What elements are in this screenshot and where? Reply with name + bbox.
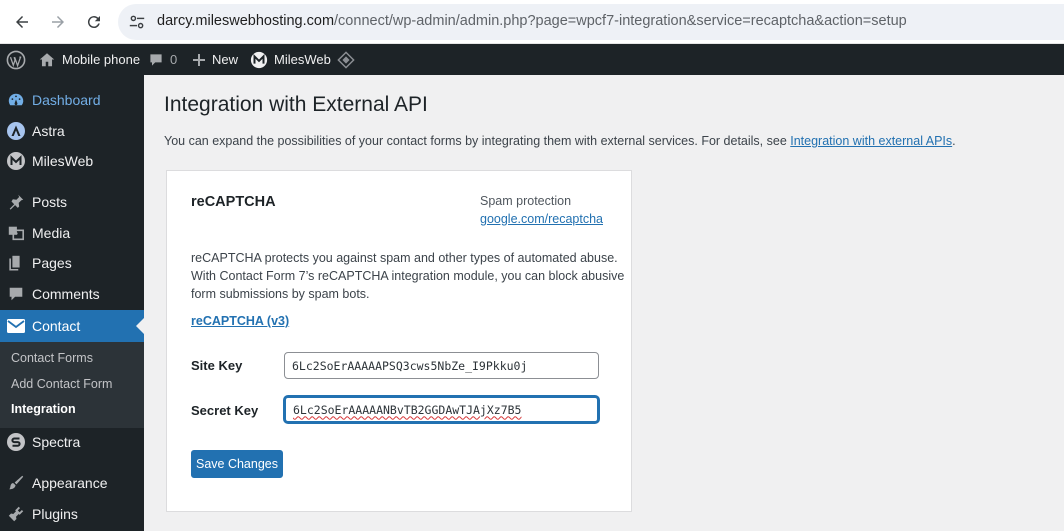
recaptcha-version-link[interactable]: reCAPTCHA (v3) bbox=[191, 314, 289, 328]
recaptcha-site-link[interactable]: google.com/recaptcha bbox=[480, 210, 603, 228]
card-description: reCAPTCHA protects you against spam and … bbox=[191, 249, 625, 303]
reload-icon bbox=[87, 16, 100, 29]
url-path: /connect/wp-admin/admin.php?page=wpcf7-i… bbox=[334, 13, 907, 29]
sidebar-item-dashboard[interactable]: Dashboard bbox=[0, 85, 144, 115]
description-line: form submissions by spam bots. bbox=[191, 287, 370, 301]
sidebar-item-spectra[interactable]: Spectra bbox=[0, 427, 144, 457]
site-name: Mobile phone bbox=[62, 52, 141, 67]
pin-icon bbox=[6, 192, 26, 212]
wp-logo-menu[interactable] bbox=[6, 44, 26, 75]
description-line: With Contact Form 7’s reCAPTCHA integrat… bbox=[191, 269, 625, 283]
contact-submenu: Contact Forms Add Contact Form Integrati… bbox=[0, 342, 144, 428]
new-label: New bbox=[212, 52, 239, 67]
sidebar-item-media[interactable]: Media bbox=[0, 218, 144, 248]
sidebar-item-label: MilesWeb bbox=[32, 153, 94, 169]
comment-bubble-icon bbox=[150, 53, 162, 66]
pages-icon bbox=[6, 253, 26, 273]
submenu-item-integration[interactable]: Integration bbox=[11, 402, 76, 416]
admin-sidebar: Dashboard Astra MilesWeb Posts Media Pag… bbox=[0, 75, 144, 531]
secret-key-label: Secret Key bbox=[191, 403, 259, 418]
site-key-label: Site Key bbox=[191, 358, 243, 373]
save-changes-button[interactable]: Save Changes bbox=[191, 450, 283, 478]
url-host: darcy.mileswebhosting.com bbox=[157, 13, 335, 29]
address-bar[interactable]: darcy.mileswebhosting.com/connect/wp-adm… bbox=[118, 4, 1064, 40]
home-icon bbox=[39, 52, 55, 66]
wordpress-icon bbox=[6, 50, 26, 69]
sidebar-item-label: Spectra bbox=[32, 434, 81, 450]
spectra-icon bbox=[6, 432, 26, 452]
page-title: Integration with External API bbox=[164, 93, 428, 116]
reload-button[interactable] bbox=[82, 10, 106, 34]
site-name-menu[interactable]: Mobile phone bbox=[38, 44, 140, 75]
milesweb-logo-icon bbox=[250, 51, 268, 68]
sidebar-item-comments[interactable]: Comments bbox=[0, 279, 144, 309]
sidebar-item-posts[interactable]: Posts bbox=[0, 187, 144, 217]
media-icon bbox=[6, 223, 26, 243]
milesweb-menu[interactable]: MilesWeb bbox=[250, 44, 331, 75]
sidebar-item-label: Media bbox=[32, 225, 71, 241]
card-meta: Spam protection google.com/recaptcha bbox=[480, 192, 603, 228]
submenu-item-contact-forms[interactable]: Contact Forms bbox=[11, 351, 93, 365]
forward-arrow-icon bbox=[52, 16, 64, 28]
new-content-menu[interactable]: New bbox=[192, 44, 238, 75]
diamond-icon bbox=[337, 50, 355, 69]
sidebar-item-label: Astra bbox=[32, 123, 65, 139]
active-indicator bbox=[136, 318, 144, 334]
sidebar-item-contact[interactable]: Contact bbox=[0, 310, 144, 342]
dashboard-icon bbox=[6, 90, 26, 110]
recaptcha-card: reCAPTCHA Spam protection google.com/rec… bbox=[166, 170, 632, 512]
sidebar-item-astra[interactable]: Astra bbox=[0, 116, 144, 146]
comment-icon bbox=[6, 284, 26, 304]
site-key-input[interactable]: 6Lc2SoErAAAAAPSQ3cws5NbZe_I9Pkku0j bbox=[284, 352, 599, 379]
secret-key-value: 6Lc2SoErAAAAANBvTB2GGDAwTJAjXz7B5 bbox=[293, 402, 522, 417]
sidebar-item-label: Posts bbox=[32, 194, 68, 210]
comments-menu[interactable]: 0 bbox=[148, 44, 177, 75]
site-key-value: 6Lc2SoErAAAAAPSQ3cws5NbZe_I9Pkku0j bbox=[292, 358, 528, 373]
description-line: reCAPTCHA protects you against spam and … bbox=[191, 251, 618, 265]
milesweb-icon bbox=[6, 151, 26, 171]
plugin-icon bbox=[6, 504, 26, 524]
mail-icon bbox=[6, 316, 26, 336]
sidebar-item-label: Plugins bbox=[32, 506, 78, 522]
forward-button[interactable] bbox=[46, 10, 70, 34]
back-button[interactable] bbox=[10, 10, 34, 34]
sidebar-item-label: Dashboard bbox=[32, 92, 101, 108]
sidebar-item-label: Pages bbox=[32, 255, 72, 271]
comments-count: 0 bbox=[170, 52, 178, 67]
astra-icon bbox=[6, 121, 26, 141]
intro-text: You can expand the possibilities of your… bbox=[164, 134, 791, 148]
browser-toolbar: darcy.mileswebhosting.com/connect/wp-adm… bbox=[0, 0, 1064, 44]
service-category: Spam protection bbox=[480, 194, 572, 208]
card-title: reCAPTCHA bbox=[191, 194, 276, 210]
sidebar-item-label: Contact bbox=[32, 318, 81, 334]
sidebar-item-plugins[interactable]: Plugins bbox=[0, 499, 144, 529]
sidebar-item-appearance[interactable]: Appearance bbox=[0, 468, 144, 498]
sidebar-item-milesweb[interactable]: MilesWeb bbox=[0, 146, 144, 176]
sidebar-item-label: Appearance bbox=[32, 475, 108, 491]
milesweb-label: MilesWeb bbox=[274, 52, 331, 67]
integration-docs-link[interactable]: Integration with external APIs bbox=[790, 134, 952, 148]
submenu-item-add-contact-form[interactable]: Add Contact Form bbox=[11, 377, 112, 391]
secret-key-input[interactable]: 6Lc2SoErAAAAANBvTB2GGDAwTJAjXz7B5 bbox=[284, 396, 599, 423]
sidebar-item-label: Comments bbox=[32, 286, 100, 302]
intro-paragraph: You can expand the possibilities of your… bbox=[164, 134, 956, 148]
plus-icon bbox=[193, 53, 205, 66]
back-arrow-icon bbox=[16, 16, 28, 28]
site-settings-icon[interactable] bbox=[128, 13, 146, 31]
sidebar-item-pages[interactable]: Pages bbox=[0, 248, 144, 278]
diamond-plugin-menu[interactable] bbox=[337, 44, 355, 75]
url-text[interactable]: darcy.mileswebhosting.com/connect/wp-adm… bbox=[157, 13, 907, 29]
wp-admin-bar: Mobile phone 0 New MilesWeb bbox=[0, 44, 1064, 75]
brush-icon bbox=[6, 473, 26, 493]
intro-end: . bbox=[952, 134, 956, 148]
